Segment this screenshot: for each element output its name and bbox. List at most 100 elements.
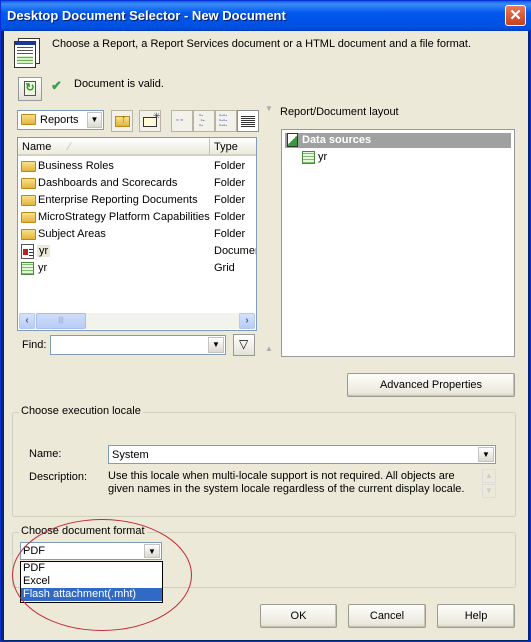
- column-type-label: Type: [214, 141, 238, 153]
- advanced-properties-label: Advanced Properties: [379, 379, 483, 391]
- refresh-icon: ↻: [24, 81, 36, 96]
- grid-icon: [21, 262, 34, 275]
- folder-combo-value: Reports: [40, 114, 79, 126]
- item-type: Folder: [214, 211, 246, 223]
- list-view-icon: ▫-▫- ▫-▫- ▫-▫-: [219, 113, 228, 129]
- list-view-button[interactable]: ▫-▫- ▫-▫- ▫-▫-: [215, 110, 237, 132]
- description-scroll-down[interactable]: ▼: [482, 484, 496, 498]
- dialog-window: Desktop Document Selector - New Document…: [0, 0, 531, 642]
- help-button[interactable]: Help: [437, 604, 515, 628]
- details-view-button[interactable]: [237, 110, 259, 132]
- item-type: Folder: [214, 228, 246, 240]
- format-option-flash[interactable]: Flash attachment(.mht): [21, 588, 162, 601]
- chevron-down-icon[interactable]: ▼: [208, 337, 224, 353]
- filter-icon: ▽: [239, 337, 249, 351]
- refresh-button[interactable]: ↻: [18, 77, 42, 101]
- locale-name-combo[interactable]: System ▼: [108, 445, 496, 464]
- help-label: Help: [464, 610, 488, 622]
- execution-locale-label: Choose execution locale: [19, 405, 143, 417]
- check-icon: ✔: [51, 78, 62, 93]
- new-folder-button[interactable]: ✳: [139, 110, 161, 132]
- folder-icon: [21, 114, 36, 125]
- layout-tree[interactable]: Data sources yr: [281, 129, 515, 357]
- grid-icon: [302, 151, 315, 164]
- document-icon: [21, 244, 34, 259]
- large-icons-view-icon: ▫ ▫: [176, 117, 183, 124]
- item-name: MicroStrategy Platform Capabilities: [38, 211, 210, 223]
- format-option-pdf[interactable]: PDF: [21, 562, 162, 575]
- cancel-button[interactable]: Cancel: [348, 604, 426, 628]
- window-title: Desktop Document Selector - New Document: [7, 8, 286, 23]
- document-layout-icon: [287, 133, 298, 147]
- validation-status: Document is valid.: [74, 78, 164, 90]
- item-type: Folder: [214, 160, 246, 172]
- item-name: Dashboards and Scorecards: [38, 177, 178, 189]
- report-document-icon: [14, 38, 40, 68]
- format-dropdown-list[interactable]: PDF Excel Flash attachment(.mht): [20, 561, 163, 603]
- execution-locale-group: Choose execution locale Name: System ▼ D…: [12, 405, 516, 517]
- format-selected-value: PDF: [23, 545, 45, 557]
- folder-icon: [21, 161, 36, 172]
- folder-icon: [21, 212, 36, 223]
- ok-button[interactable]: OK: [260, 604, 337, 628]
- sort-ascending-icon: ⁄: [68, 141, 71, 153]
- list-item[interactable]: yr Grid: [18, 260, 256, 277]
- filter-button[interactable]: ▽: [233, 334, 255, 356]
- close-button[interactable]: ✕: [505, 5, 526, 26]
- details-view-icon: [241, 115, 255, 127]
- scroll-right-button[interactable]: ›: [239, 313, 255, 329]
- scroll-left-button[interactable]: ‹: [19, 313, 35, 329]
- dialog-body: Choose a Report, a Report Services docum…: [4, 31, 528, 640]
- folder-combo[interactable]: Reports ▼: [17, 110, 104, 130]
- item-name: Enterprise Reporting Documents: [38, 194, 198, 206]
- list-item[interactable]: Enterprise Reporting Documents Folder: [18, 192, 256, 209]
- list-item[interactable]: MicroStrategy Platform Capabilities Fold…: [18, 209, 256, 226]
- cancel-label: Cancel: [369, 610, 405, 622]
- list-item-selected[interactable]: yr Documer: [18, 243, 256, 260]
- format-option-excel[interactable]: Excel: [21, 575, 162, 588]
- ok-label: OK: [290, 610, 307, 622]
- find-input[interactable]: ▼: [50, 335, 226, 355]
- tree-item-label: yr: [318, 151, 328, 163]
- locale-description-label: Description:: [29, 471, 88, 483]
- list-item[interactable]: Dashboards and Scorecards Folder: [18, 175, 256, 192]
- item-name: Subject Areas: [38, 228, 106, 240]
- item-type: Documer: [214, 245, 257, 257]
- item-name: Business Roles: [38, 160, 114, 172]
- folder-icon: [21, 195, 36, 206]
- chevron-down-icon[interactable]: ▼: [144, 544, 160, 558]
- large-icons-view-button[interactable]: ▫ ▫: [171, 110, 193, 132]
- chevron-down-icon[interactable]: ▼: [478, 447, 494, 462]
- tree-item[interactable]: yr: [302, 150, 402, 165]
- chevron-down-icon[interactable]: ▼: [87, 112, 102, 128]
- advanced-properties-button[interactable]: Advanced Properties: [347, 373, 515, 397]
- small-icons-view-button[interactable]: ▫- ▫- ▫-: [193, 110, 215, 132]
- scrollbar-thumb[interactable]: |||: [36, 313, 86, 329]
- item-type: Folder: [214, 177, 246, 189]
- item-type: Folder: [214, 194, 246, 206]
- instruction-text: Choose a Report, a Report Services docum…: [52, 38, 472, 50]
- up-folder-button[interactable]: ↑: [111, 110, 133, 132]
- column-name-label: Name: [22, 141, 52, 153]
- description-scroll-up[interactable]: ▲: [482, 469, 496, 483]
- list-item[interactable]: Business Roles Folder: [18, 158, 256, 175]
- data-sources-node[interactable]: Data sources: [285, 133, 511, 148]
- document-format-label: Choose document format: [19, 525, 147, 537]
- item-type: Grid: [214, 262, 235, 274]
- column-header-name[interactable]: Name ⁄: [18, 138, 210, 156]
- splitter-bottom-icon[interactable]: ▲: [265, 344, 273, 353]
- small-icons-view-icon: ▫- ▫- ▫-: [199, 113, 205, 129]
- list-item[interactable]: Subject Areas Folder: [18, 226, 256, 243]
- horizontal-scrollbar[interactable]: ‹ ||| ›: [19, 313, 255, 329]
- format-combo[interactable]: PDF ▼: [20, 542, 162, 560]
- item-name: yr: [38, 262, 48, 274]
- layout-panel-label: Report/Document layout: [280, 106, 399, 118]
- column-header-type[interactable]: Type: [210, 138, 256, 156]
- file-list[interactable]: Name ⁄ Type Business Roles Folder Dashbo…: [17, 137, 257, 331]
- item-name: yr: [37, 245, 51, 257]
- locale-description: Use this locale when multi-locale suppor…: [108, 470, 465, 495]
- folder-icon: [21, 229, 36, 240]
- title-bar[interactable]: Desktop Document Selector - New Document…: [1, 1, 531, 31]
- splitter-top-icon[interactable]: ▼: [265, 104, 273, 113]
- folder-icon: [21, 178, 36, 189]
